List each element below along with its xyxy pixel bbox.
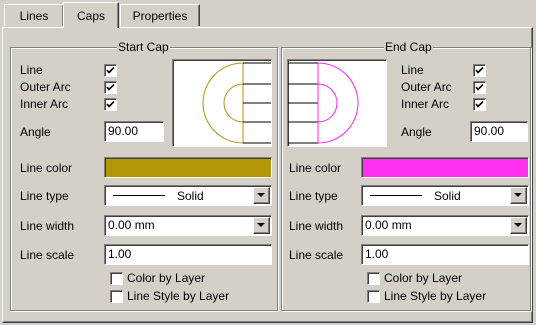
tab-caps[interactable]: Caps: [63, 2, 119, 28]
checkmark-icon: [475, 100, 484, 108]
start-line-scale-label: Line scale: [20, 248, 75, 262]
start-cap-preview: [172, 59, 272, 147]
checkmark-icon: [106, 66, 115, 74]
start-color-by-layer-checkbox[interactable]: [110, 272, 123, 285]
start-line-width-select[interactable]: 0.00 mm: [104, 215, 272, 236]
start-line-style-by-layer-label: Line Style by Layer: [127, 289, 230, 303]
end-outer-arc-label: Outer Arc: [401, 80, 452, 94]
end-line-width-value: 0.00 mm: [365, 218, 412, 232]
end-line-width-dropdown-button[interactable]: [510, 217, 527, 234]
start-line-width-value: 0.00 mm: [108, 218, 155, 232]
start-cap-preview-drawing: [202, 62, 271, 144]
end-line-type-label: Line type: [289, 189, 338, 203]
end-color-by-layer-checkbox[interactable]: [367, 272, 380, 285]
start-inner-arc-checkbox[interactable]: [104, 98, 117, 111]
start-line-checkbox[interactable]: [104, 64, 117, 77]
start-line-type-value: Solid: [177, 189, 204, 203]
start-line-style-by-layer-checkbox[interactable]: [110, 290, 123, 303]
end-cap-title: End Cap: [384, 40, 433, 54]
end-outer-arc-checkbox[interactable]: [473, 81, 486, 94]
checkmark-icon: [475, 83, 484, 91]
checkmark-icon: [475, 66, 484, 74]
end-inner-arc-checkbox[interactable]: [473, 98, 486, 111]
chevron-down-icon: [514, 223, 522, 227]
start-line-color-label: Line color: [20, 161, 73, 175]
end-color-by-layer-label: Color by Layer: [384, 271, 463, 285]
end-line-type-value: Solid: [434, 189, 461, 203]
end-line-color-label: Line color: [289, 161, 342, 175]
checkmark-icon: [106, 83, 115, 91]
chevron-down-icon: [257, 223, 265, 227]
solid-line-icon: [113, 195, 165, 196]
tab-properties[interactable]: Properties: [120, 4, 200, 26]
end-line-style-by-layer-label: Line Style by Layer: [384, 289, 487, 303]
tab-caps-label: Caps: [76, 8, 105, 23]
start-angle-value: 90.00: [108, 124, 139, 138]
end-angle-input[interactable]: 90.00: [470, 121, 528, 142]
tab-properties-label: Properties: [132, 8, 188, 23]
end-line-label: Line: [401, 63, 424, 77]
end-line-scale-value: 1.00: [365, 247, 389, 261]
start-line-type-dropdown-button[interactable]: [253, 187, 270, 204]
solid-line-icon: [370, 195, 422, 196]
start-line-width-label: Line width: [20, 219, 75, 233]
start-line-scale-value: 1.00: [108, 247, 132, 261]
end-cap-preview-drawing: [288, 62, 359, 144]
start-line-scale-input[interactable]: 1.00: [104, 244, 272, 265]
start-color-by-layer-label: Color by Layer: [127, 271, 206, 285]
end-line-color-swatch[interactable]: [361, 157, 529, 178]
chevron-down-icon: [514, 193, 522, 197]
end-line-checkbox[interactable]: [473, 64, 486, 77]
end-cap-preview: [287, 59, 387, 147]
start-line-label: Line: [20, 63, 43, 77]
end-line-width-select[interactable]: 0.00 mm: [361, 215, 529, 236]
chevron-down-icon: [257, 193, 265, 197]
checkmark-icon: [106, 100, 115, 108]
end-inner-arc-label: Inner Arc: [401, 97, 450, 111]
start-angle-label: Angle: [20, 125, 51, 139]
end-line-type-select[interactable]: Solid: [361, 185, 529, 206]
start-angle-input[interactable]: 90.00: [104, 121, 164, 142]
end-line-scale-label: Line scale: [289, 248, 344, 262]
tab-lines[interactable]: Lines: [4, 4, 64, 26]
start-line-width-dropdown-button[interactable]: [253, 217, 270, 234]
start-outer-arc-label: Outer Arc: [20, 80, 71, 94]
end-line-style-by-layer-checkbox[interactable]: [367, 290, 380, 303]
end-angle-value: 90.00: [474, 124, 505, 138]
end-line-width-label: Line width: [289, 219, 344, 233]
end-line-type-dropdown-button[interactable]: [510, 187, 527, 204]
start-cap-title: Start Cap: [117, 40, 170, 54]
tab-lines-label: Lines: [19, 8, 49, 23]
start-line-type-select[interactable]: Solid: [104, 185, 272, 206]
end-angle-label: Angle: [401, 125, 432, 139]
start-line-type-label: Line type: [20, 189, 69, 203]
start-inner-arc-label: Inner Arc: [20, 97, 69, 111]
start-outer-arc-checkbox[interactable]: [104, 81, 117, 94]
end-line-scale-input[interactable]: 1.00: [361, 244, 529, 265]
start-line-color-swatch[interactable]: [104, 157, 272, 178]
